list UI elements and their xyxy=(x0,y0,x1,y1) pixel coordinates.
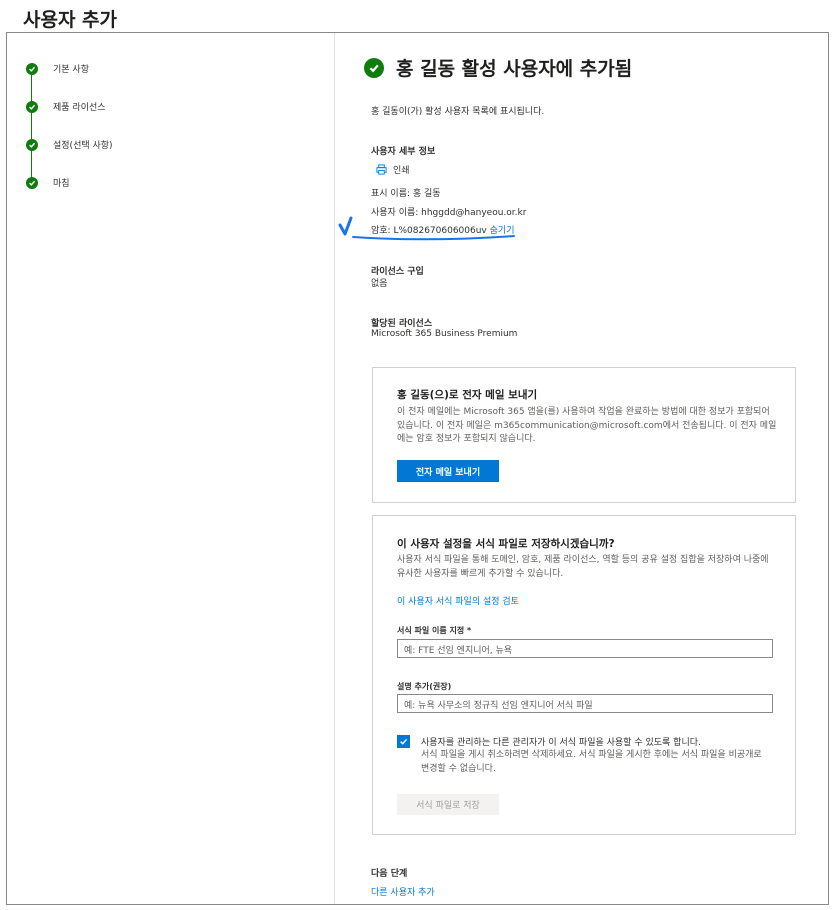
add-another-user-link[interactable]: 다른 사용자 추가 xyxy=(371,885,435,898)
publish-template-checkbox[interactable] xyxy=(397,735,410,748)
display-name: 표시 이름: 홍 길동 xyxy=(371,189,441,199)
check-icon xyxy=(26,138,38,151)
step-product-licenses[interactable]: 제품 라이선스 xyxy=(26,100,106,113)
step-basics[interactable]: 기본 사항 xyxy=(26,62,89,75)
printer-icon xyxy=(376,164,387,175)
annotation-checkmark-icon xyxy=(338,216,515,241)
email-card-body: 이 전자 메일에는 Microsoft 365 앱을(를) 사용하여 작업을 완… xyxy=(397,407,777,444)
headline: 홍 길동 활성 사용자에 추가됨 xyxy=(396,58,633,80)
subtitle: 홍 길동이(가) 활성 사용자 목록에 표시됩니다. xyxy=(371,107,545,117)
assigned-license-value: Microsoft 365 Business Premium xyxy=(371,329,518,339)
step-label: 제품 라이선스 xyxy=(53,103,106,113)
check-icon xyxy=(26,176,38,189)
template-name-label: 서식 파일 이름 지정 * xyxy=(397,626,472,635)
panel-divider xyxy=(334,33,335,904)
template-description-input[interactable]: 예: 뉴욕 사무소의 정규직 선임 엔지니어 서식 파일 xyxy=(397,694,773,713)
print-label: 인쇄 xyxy=(393,166,410,176)
page-title: 사용자 추가 xyxy=(23,9,118,31)
step-finish[interactable]: 마침 xyxy=(26,176,70,189)
success-check-icon xyxy=(364,57,384,78)
wizard-panel: 기본 사항 제품 라이선스 설정(선택 사항) 마침 홍 길동 활성 사용자에 … xyxy=(6,32,829,905)
publish-template-hint: 서식 파일을 게시 취소하려면 삭제하세요. 서식 파일을 게시한 후에는 서식… xyxy=(421,750,762,774)
step-optional-settings[interactable]: 설정(선택 사항) xyxy=(26,138,113,151)
main-content: 홍 길동 활성 사용자에 추가됨 홍 길동이(가) 활성 사용자 목록에 표시됩… xyxy=(364,33,804,904)
email-card: 홍 길동(으)로 전자 메일 보내기 이 전자 메일에는 Microsoft 3… xyxy=(372,367,796,503)
template-description-label: 설명 추가(권장) xyxy=(397,682,452,691)
template-card-body: 사용자 서식 파일을 통해 도메인, 암호, 제품 라이선스, 역할 등의 공유… xyxy=(397,555,769,579)
publish-template-label: 사용자를 관리하는 다른 관리자가 이 서식 파일을 사용할 수 있도록 합니다… xyxy=(421,738,701,748)
save-template-button[interactable]: 서식 파일로 저장 xyxy=(397,794,499,815)
check-icon xyxy=(26,62,38,75)
step-label: 기본 사항 xyxy=(53,65,89,75)
step-label: 설정(선택 사항) xyxy=(53,141,113,151)
send-email-button[interactable]: 전자 메일 보내기 xyxy=(397,460,499,482)
template-card-title: 이 사용자 설정을 서식 파일로 저장하시겠습니까? xyxy=(397,538,615,550)
email-card-title: 홍 길동(으)로 전자 메일 보내기 xyxy=(397,389,538,401)
template-name-input[interactable]: 예: FTE 선임 엔지니어, 뉴욕 xyxy=(397,639,773,658)
template-card: 이 사용자 설정을 서식 파일로 저장하시겠습니까? 사용자 서식 파일을 통해… xyxy=(372,515,796,835)
assigned-license-heading: 할당된 라이선스 xyxy=(371,319,433,329)
next-steps-heading: 다음 단계 xyxy=(371,869,408,879)
success-heading: 홍 길동 활성 사용자에 추가됨 xyxy=(364,54,632,81)
print-button[interactable]: 인쇄 xyxy=(376,163,410,176)
license-purchase-value: 없음 xyxy=(371,279,388,289)
check-icon xyxy=(26,100,38,113)
user-details-heading: 사용자 세부 정보 xyxy=(371,147,436,157)
review-settings-link[interactable]: 이 사용자 서식 파일의 설정 검토 xyxy=(397,594,519,607)
step-label: 마침 xyxy=(53,179,70,189)
